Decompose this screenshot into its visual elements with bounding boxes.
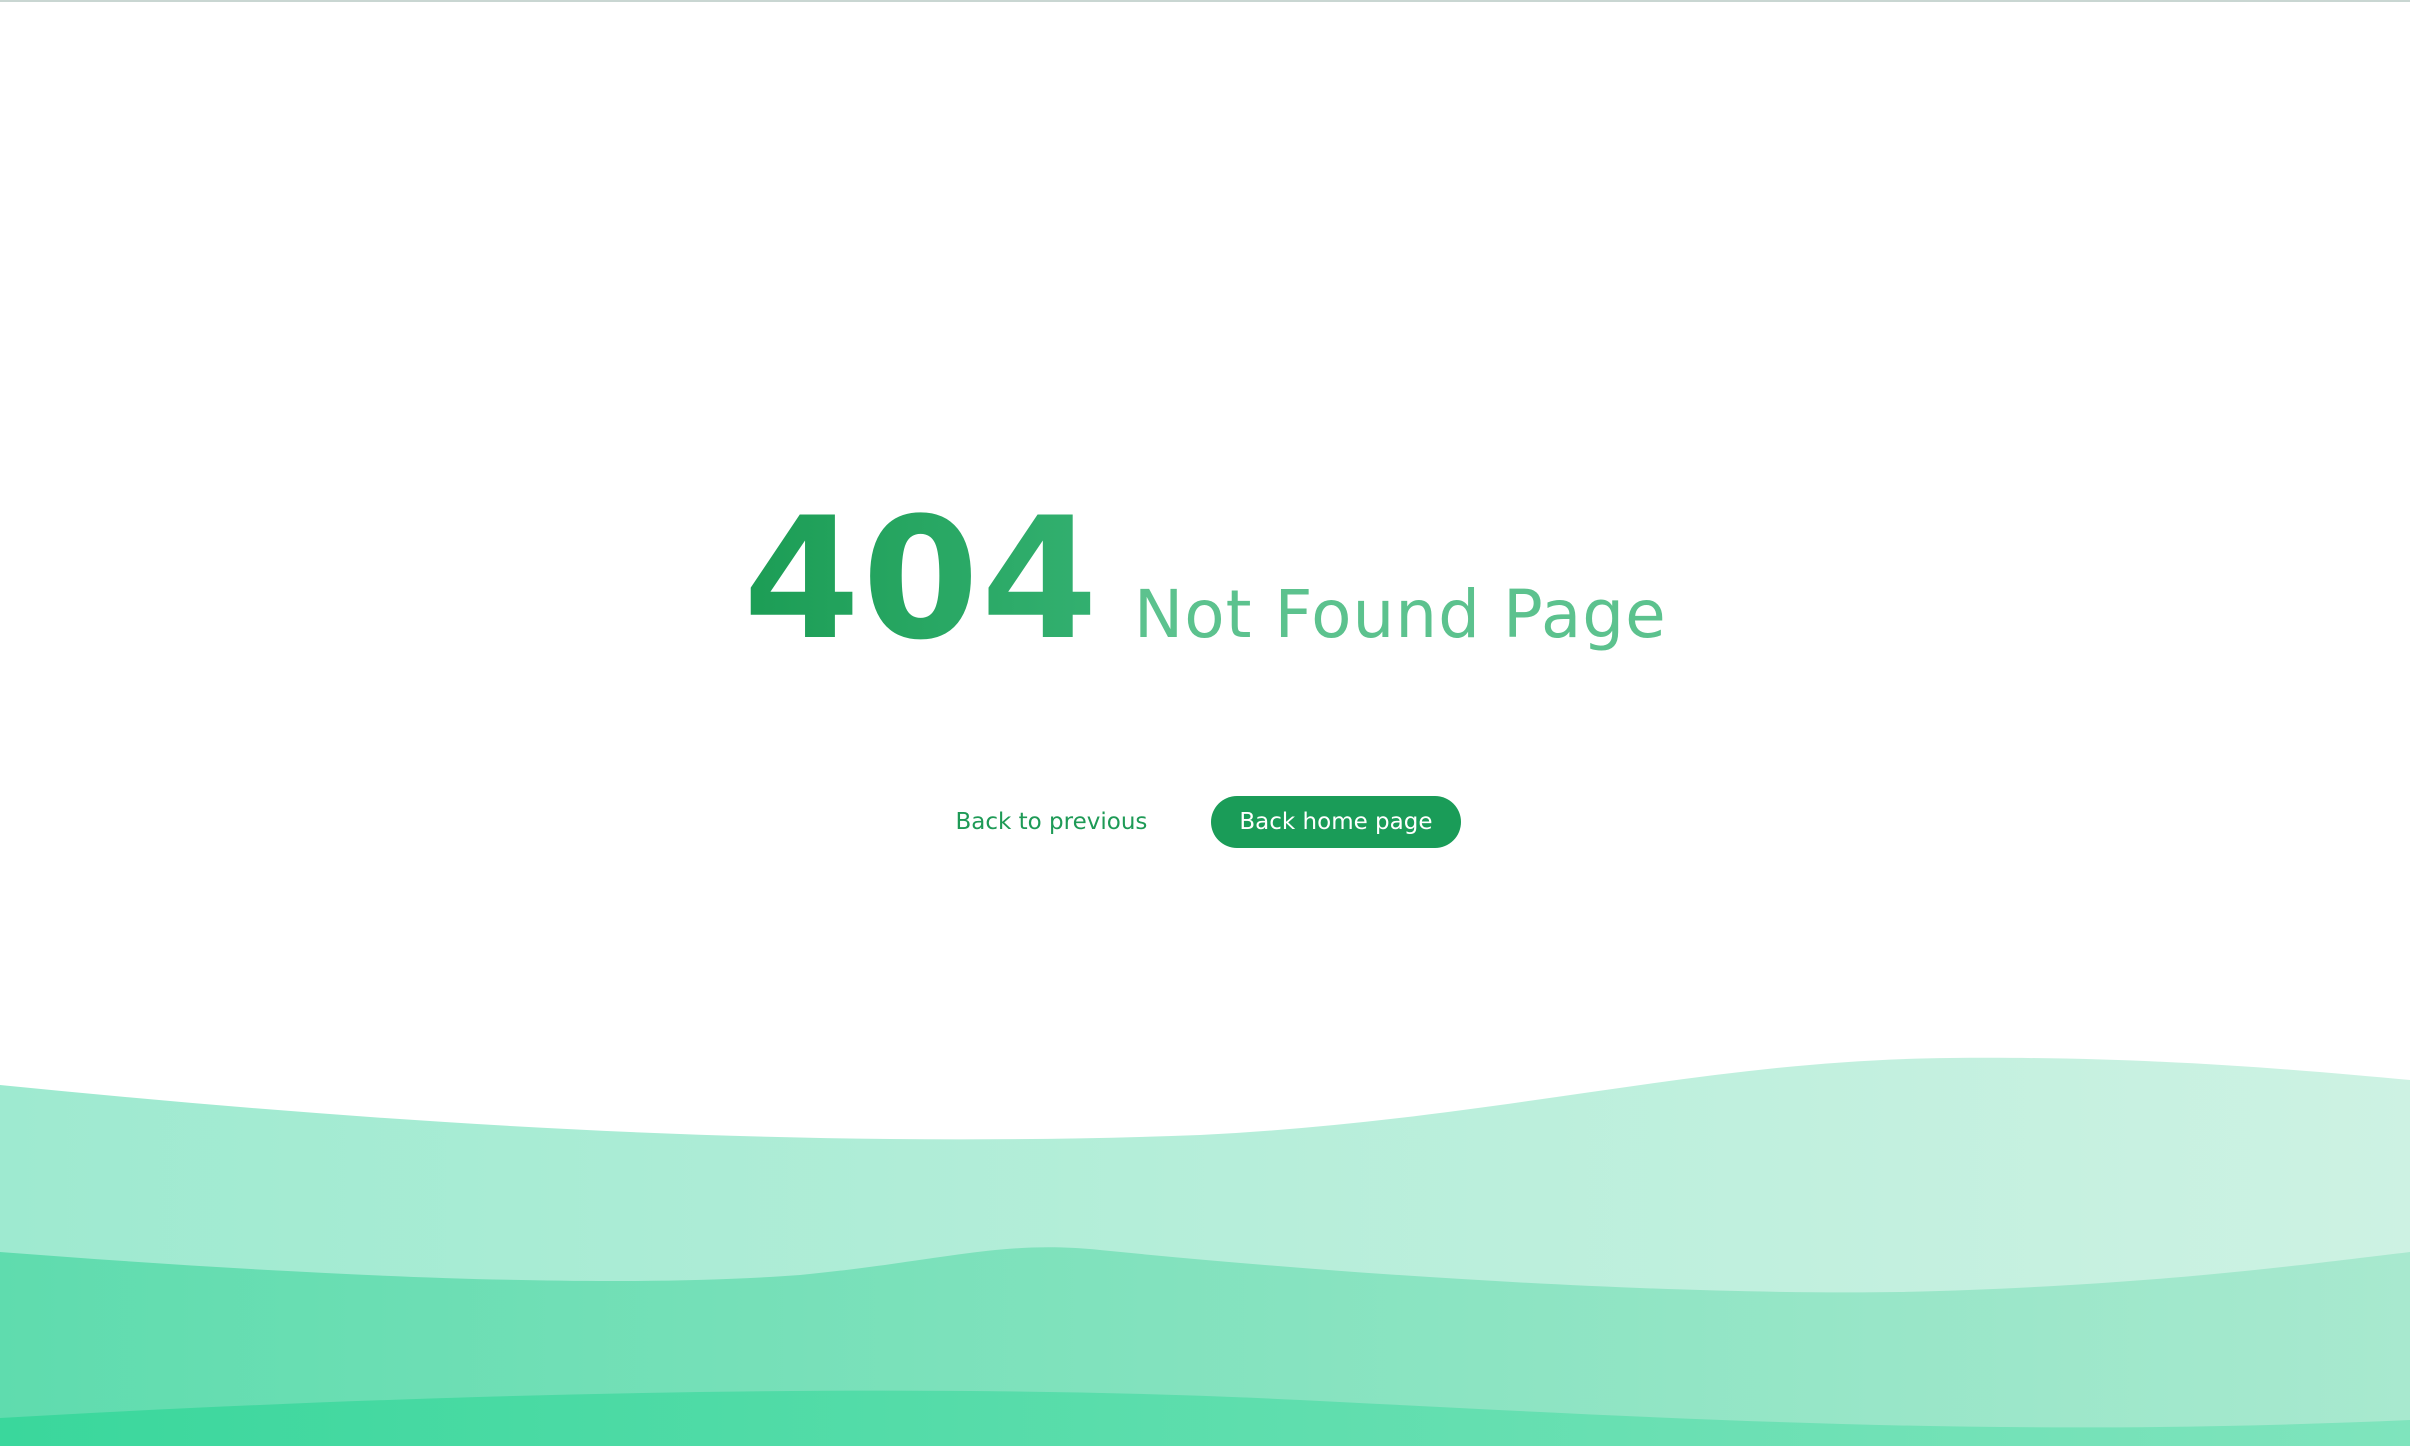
error-headline: 404 Not Found Page [0, 495, 2410, 663]
wave-decoration [0, 1057, 2410, 1446]
error-page: 404 Not Found Page Back to previous Back… [0, 0, 2410, 1446]
top-border [0, 0, 2410, 2]
error-code: 404 [743, 481, 1100, 677]
error-message: Not Found Page [1133, 576, 1667, 653]
back-home-button[interactable]: Back home page [1211, 796, 1461, 848]
action-bar: Back to previous Back home page [0, 796, 2410, 848]
back-to-previous-button[interactable]: Back to previous [950, 809, 1154, 835]
